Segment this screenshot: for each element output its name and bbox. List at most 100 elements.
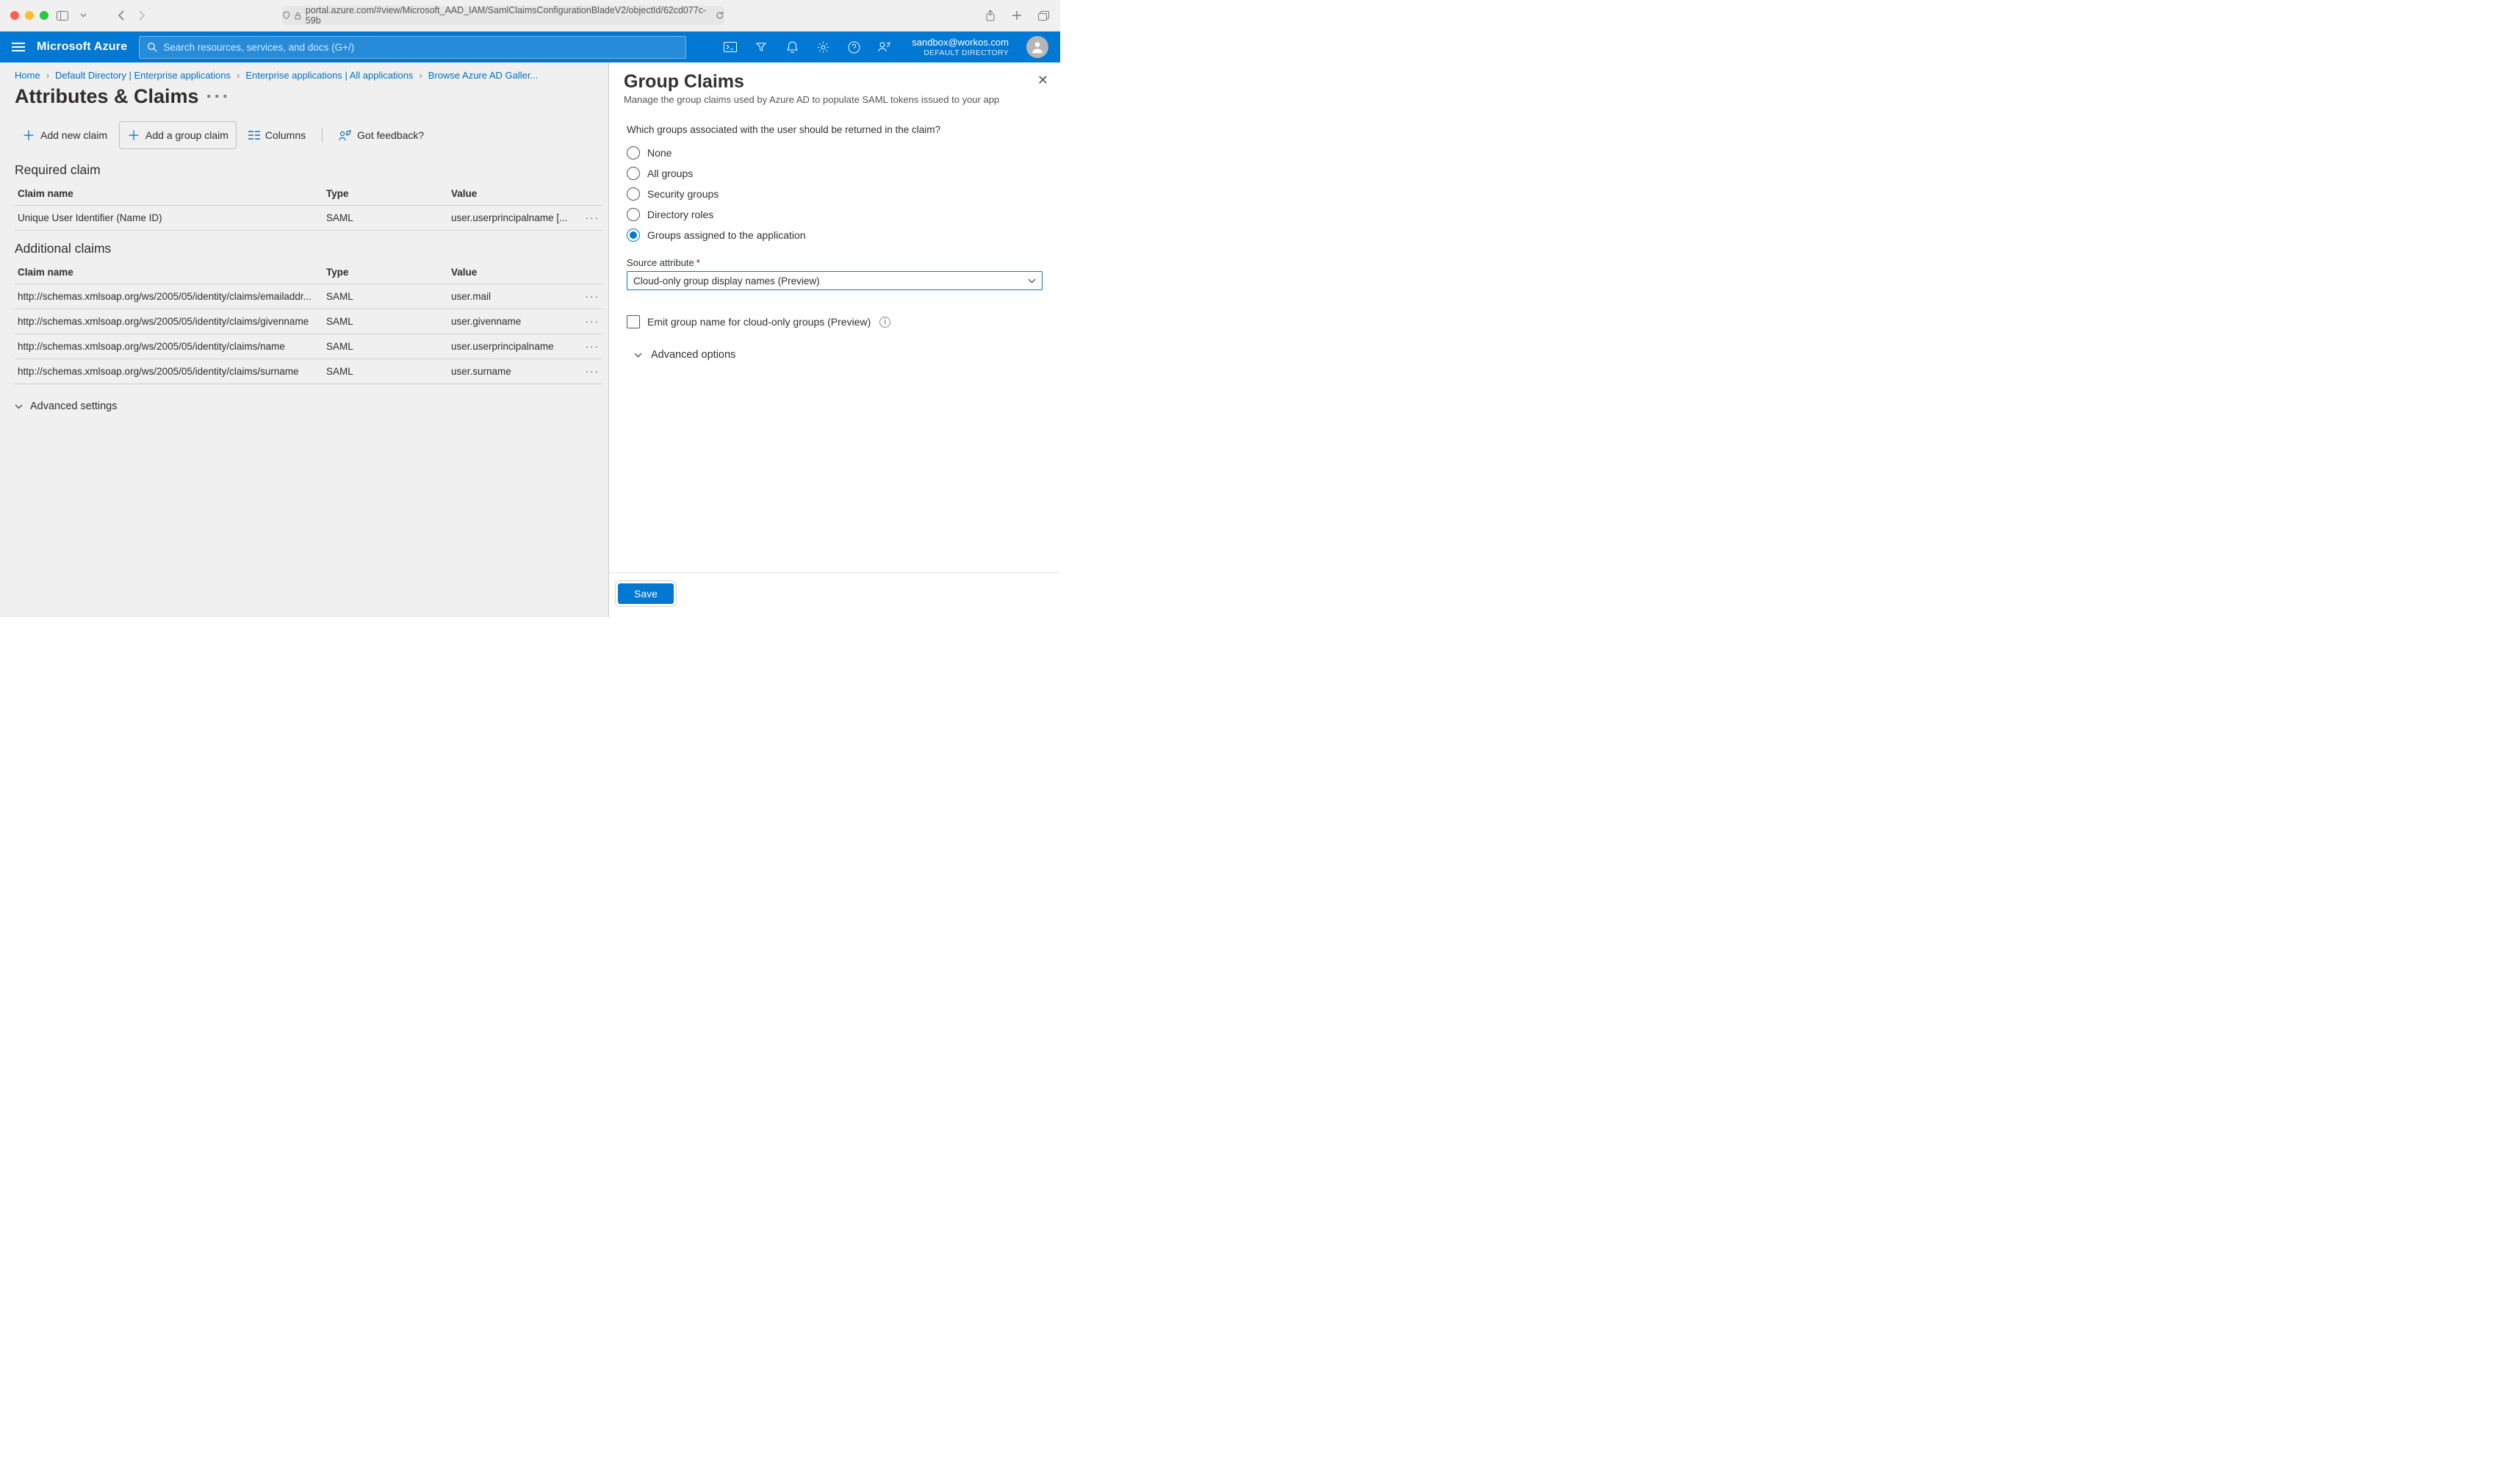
- person-feedback-icon: [339, 130, 352, 141]
- panel-title: Group Claims: [624, 71, 1045, 93]
- crumb-directory[interactable]: Default Directory | Enterprise applicati…: [55, 70, 231, 81]
- row-actions[interactable]: ···: [573, 309, 602, 334]
- feedback-button[interactable]: Got feedback?: [331, 126, 431, 145]
- col-claim-name: Claim name: [15, 182, 323, 206]
- radio-all-groups[interactable]: All groups: [627, 163, 1043, 184]
- claim-value: user.surname: [448, 359, 573, 384]
- more-icon[interactable]: ···: [206, 85, 231, 108]
- table-row[interactable]: http://schemas.xmlsoap.org/ws/2005/05/id…: [15, 334, 602, 359]
- row-actions[interactable]: ···: [573, 206, 602, 231]
- row-actions[interactable]: ···: [573, 334, 602, 359]
- columns-icon: [248, 131, 260, 140]
- crumb-browse[interactable]: Browse Azure AD Galler...: [428, 70, 539, 81]
- row-actions[interactable]: ···: [573, 359, 602, 384]
- gear-icon[interactable]: [807, 32, 838, 62]
- advanced-options-toggle[interactable]: Advanced options: [618, 343, 1051, 367]
- cloud-shell-icon[interactable]: [715, 32, 746, 62]
- chevron-down-icon[interactable]: [76, 9, 90, 22]
- avatar[interactable]: [1026, 36, 1048, 58]
- plus-icon: ＋: [127, 126, 140, 145]
- account-info[interactable]: sandbox@workos.com DEFAULT DIRECTORY: [912, 37, 1015, 57]
- panel-footer: Save: [609, 572, 1060, 617]
- radio-none[interactable]: None: [627, 143, 1043, 163]
- additional-claims-table: Claim name Type Value http://schemas.xml…: [15, 261, 602, 384]
- search-input[interactable]: Search resources, services, and docs (G+…: [139, 36, 686, 59]
- radio-directory-roles[interactable]: Directory roles: [627, 204, 1043, 225]
- radio-dirroles-label: Directory roles: [647, 209, 713, 220]
- crumb-apps[interactable]: Enterprise applications | All applicatio…: [245, 70, 413, 81]
- claim-type: SAML: [323, 334, 448, 359]
- close-icon[interactable]: ✕: [1037, 73, 1048, 88]
- help-icon[interactable]: [838, 32, 869, 62]
- filter-icon[interactable]: [746, 32, 777, 62]
- search-placeholder: Search resources, services, and docs (G+…: [163, 42, 354, 53]
- claim-name: http://schemas.xmlsoap.org/ws/2005/05/id…: [15, 284, 323, 309]
- claim-name: http://schemas.xmlsoap.org/ws/2005/05/id…: [15, 359, 323, 384]
- notifications-icon[interactable]: [777, 32, 807, 62]
- emit-checkbox-row[interactable]: Emit group name for cloud-only groups (P…: [618, 301, 1051, 343]
- tabs-icon[interactable]: [1037, 9, 1050, 22]
- chevron-right-icon: ›: [46, 70, 49, 81]
- close-window-icon[interactable]: [10, 11, 19, 20]
- radio-all-label: All groups: [647, 168, 693, 179]
- table-row[interactable]: http://schemas.xmlsoap.org/ws/2005/05/id…: [15, 309, 602, 334]
- radio-assigned-label: Groups assigned to the application: [647, 229, 806, 241]
- claim-value: user.givenname: [448, 309, 573, 334]
- crumb-home[interactable]: Home: [15, 70, 40, 81]
- feedback-icon[interactable]: [869, 32, 900, 62]
- azure-header: Microsoft Azure Search resources, servic…: [0, 32, 1060, 62]
- panel-header: Group Claims Manage the group claims use…: [609, 62, 1060, 108]
- share-icon[interactable]: [984, 9, 997, 22]
- table-row[interactable]: Unique User Identifier (Name ID)SAMLuser…: [15, 206, 602, 231]
- radio-security-groups[interactable]: Security groups: [627, 184, 1043, 204]
- add-group-claim-label: Add a group claim: [145, 129, 228, 141]
- url-bar[interactable]: portal.azure.com/#view/Microsoft_AAD_IAM…: [282, 6, 724, 25]
- window-controls[interactable]: [10, 11, 48, 20]
- forward-icon[interactable]: [135, 9, 148, 22]
- source-attribute-select[interactable]: Cloud-only group display names (Preview): [627, 271, 1043, 290]
- add-new-claim-button[interactable]: ＋ Add new claim: [15, 122, 115, 148]
- col-claim-name: Claim name: [15, 261, 323, 284]
- back-icon[interactable]: [115, 9, 128, 22]
- radio-security-label: Security groups: [647, 188, 719, 200]
- table-row[interactable]: http://schemas.xmlsoap.org/ws/2005/05/id…: [15, 284, 602, 309]
- reload-icon[interactable]: [716, 11, 724, 20]
- chevron-down-icon: [1028, 278, 1036, 284]
- claim-value: user.userprincipalname [...: [448, 206, 573, 231]
- plus-icon: ＋: [22, 126, 35, 145]
- source-attribute-value: Cloud-only group display names (Preview): [633, 276, 820, 287]
- minimize-window-icon[interactable]: [25, 11, 34, 20]
- menu-icon[interactable]: [12, 43, 25, 51]
- claim-value: user.userprincipalname: [448, 334, 573, 359]
- url-text: portal.azure.com/#view/Microsoft_AAD_IAM…: [306, 5, 708, 26]
- radio-icon: [627, 187, 640, 201]
- toolbar-divider: [322, 128, 323, 143]
- info-icon[interactable]: i: [879, 317, 890, 328]
- add-group-claim-button[interactable]: ＋ Add a group claim: [119, 121, 237, 149]
- claim-name: http://schemas.xmlsoap.org/ws/2005/05/id…: [15, 334, 323, 359]
- header-icons: [715, 32, 900, 62]
- maximize-window-icon[interactable]: [40, 11, 48, 20]
- new-tab-icon[interactable]: [1010, 9, 1023, 22]
- lock-icon: [295, 12, 301, 20]
- row-actions[interactable]: ···: [573, 284, 602, 309]
- radio-icon: [627, 146, 640, 159]
- advanced-options-label: Advanced options: [651, 349, 735, 361]
- columns-button[interactable]: Columns: [241, 126, 313, 145]
- radio-groups-assigned[interactable]: Groups assigned to the application: [627, 225, 1043, 245]
- browser-chrome: portal.azure.com/#view/Microsoft_AAD_IAM…: [0, 0, 1060, 32]
- radio-icon: [627, 229, 640, 242]
- brand-label[interactable]: Microsoft Azure: [37, 40, 127, 54]
- emit-checkbox-label: Emit group name for cloud-only groups (P…: [647, 316, 871, 328]
- col-value: Value: [448, 182, 573, 206]
- claim-type: SAML: [323, 284, 448, 309]
- sidebar-toggle-icon[interactable]: [56, 9, 69, 22]
- save-button[interactable]: Save: [618, 583, 674, 604]
- required-claims-table: Claim name Type Value Unique User Identi…: [15, 182, 602, 231]
- claim-type: SAML: [323, 309, 448, 334]
- account-directory: DEFAULT DIRECTORY: [912, 48, 1009, 58]
- page-title-text: Attributes & Claims: [15, 85, 199, 108]
- table-row[interactable]: http://schemas.xmlsoap.org/ws/2005/05/id…: [15, 359, 602, 384]
- feedback-label: Got feedback?: [357, 129, 424, 141]
- advanced-settings-label: Advanced settings: [30, 400, 118, 412]
